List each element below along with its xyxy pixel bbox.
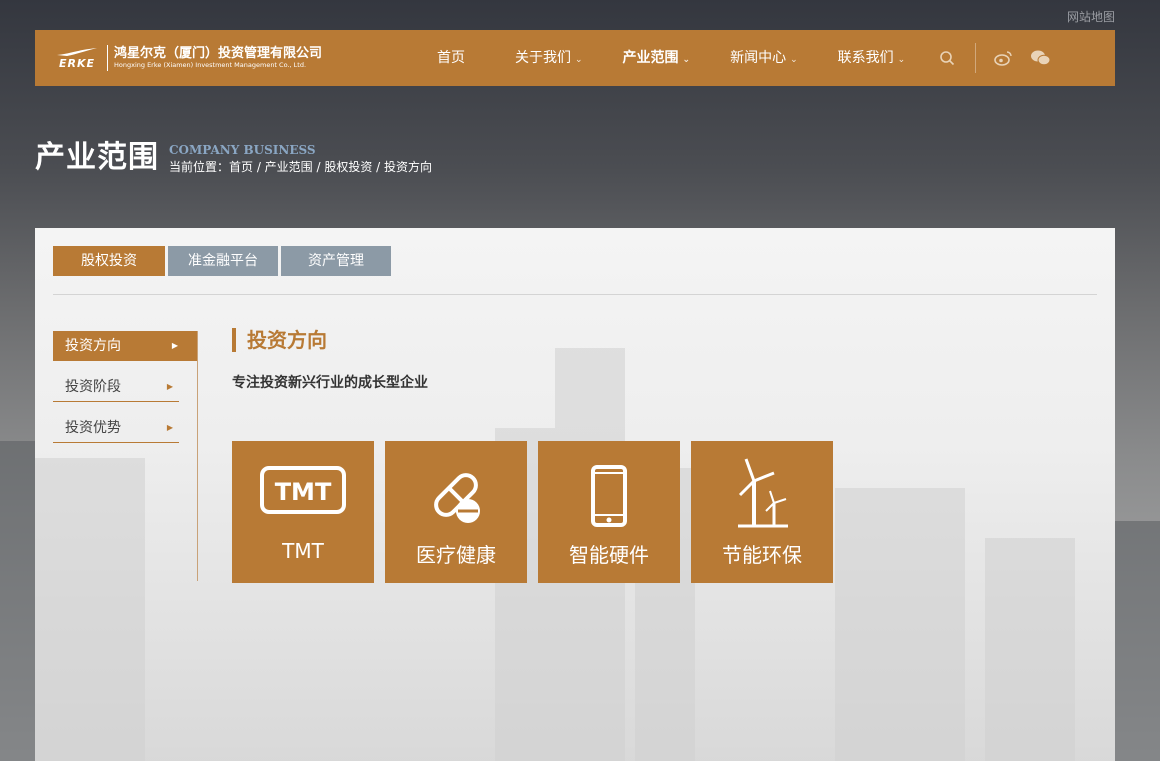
industry-cards: TMT TMT 医疗健康 智能硬件 节能环保: [232, 441, 844, 583]
pill-icon: [385, 465, 527, 529]
nav-label: 关于我们: [515, 50, 571, 66]
tab-bar: 股权投资 准金融平台 资产管理: [53, 246, 394, 276]
nav-label: 联系我们: [837, 50, 894, 66]
card-tmt[interactable]: TMT TMT: [232, 441, 374, 583]
erke-wordmark: ERKE: [58, 56, 96, 70]
card-healthcare[interactable]: 医疗健康: [385, 441, 527, 583]
sidebar: 投资方向 ▶ 投资阶段 ▶ 投资优势 ▶: [53, 331, 198, 454]
nav-label: 首页: [437, 50, 465, 66]
chevron-down-icon: ⌄: [897, 55, 906, 65]
nav-item-business[interactable]: 产业范围 ⌄: [607, 30, 715, 86]
caret-right-icon: ▶: [166, 423, 173, 432]
company-name-en: Hongxing Erke (Xiamen) Investment Manage…: [114, 61, 307, 69]
header-bar: ERKE 鸿星尔克（厦门）投资管理有限公司 Hongxing Erke (Xia…: [35, 30, 1115, 86]
caret-right-icon: ▶: [171, 341, 178, 350]
erke-logo-mark: ERKE: [55, 47, 99, 70]
logo[interactable]: ERKE 鸿星尔克（厦门）投资管理有限公司 Hongxing Erke (Xia…: [35, 45, 425, 71]
nav-item-about[interactable]: 关于我们 ⌄: [499, 30, 607, 86]
card-smart-hardware[interactable]: 智能硬件: [538, 441, 680, 583]
divider: [53, 294, 1097, 295]
page-subtitle: COMPANY BUSINESS: [169, 143, 316, 157]
content-panel: 股权投资 准金融平台 资产管理 投资方向 ▶ 投资阶段 ▶ 投资优势 ▶ 投资方向 专…: [35, 228, 1115, 761]
nav-item-news[interactable]: 新闻中心 ⌄: [714, 30, 822, 86]
section-title: 投资方向: [232, 328, 428, 352]
tmt-icon: TMT: [232, 465, 374, 529]
sidebar-divider: [197, 331, 198, 581]
sitemap-link[interactable]: 网站地图: [1067, 8, 1115, 25]
main-content: 投资方向 专注投资新兴行业的成长型企业 TMT TMT 医疗健康 智能硬件 节能…: [232, 328, 833, 583]
tab-asset-management[interactable]: 资产管理: [281, 246, 391, 276]
chevron-down-icon: ⌄: [790, 55, 798, 65]
wing-icon: [57, 47, 97, 56]
card-label: 智能硬件: [569, 543, 649, 567]
page-header: 产业范围 COMPANY BUSINESS 当前位置：首页 / 产业范围 / 股…: [35, 138, 432, 178]
svg-text:TMT: TMT: [275, 478, 332, 506]
smartphone-icon: [538, 465, 680, 529]
chevron-down-icon: ⌄: [575, 55, 583, 65]
company-name-cn: 鸿星尔克（厦门）投资管理有限公司: [114, 46, 323, 61]
sidebar-item-direction[interactable]: 投资方向 ▶: [53, 331, 198, 361]
sidebar-item-label: 投资优势: [65, 420, 121, 436]
breadcrumb: 当前位置：首页 / 产业范围 / 股权投资 / 投资方向: [169, 160, 433, 174]
search-icon[interactable]: [919, 30, 975, 86]
caret-right-icon: ▶: [166, 382, 173, 391]
chevron-down-icon: ⌄: [682, 55, 691, 65]
section-description: 专注投资新兴行业的成长型企业: [232, 375, 428, 391]
tab-equity-investment[interactable]: 股权投资: [53, 246, 165, 276]
card-label: TMT: [282, 539, 324, 563]
wechat-icon[interactable]: [1022, 30, 1060, 86]
wind-turbine-icon: [691, 457, 833, 528]
card-label: 节能环保: [722, 543, 802, 567]
weibo-icon[interactable]: [984, 30, 1022, 86]
nav-label: 产业范围: [622, 50, 679, 66]
nav-label: 新闻中心: [730, 50, 787, 66]
nav-item-home[interactable]: 首页: [425, 30, 499, 86]
nav-divider: [975, 43, 977, 73]
logo-divider: [107, 45, 108, 71]
sidebar-item-advantage[interactable]: 投资优势 ▶: [53, 413, 179, 443]
tab-quasi-finance[interactable]: 准金融平台: [168, 246, 278, 276]
sidebar-item-label: 投资方向: [65, 338, 121, 354]
sidebar-item-stage[interactable]: 投资阶段 ▶: [53, 372, 179, 402]
sidebar-item-label: 投资阶段: [65, 379, 121, 395]
card-energy-saving[interactable]: 节能环保: [691, 441, 833, 583]
page-title: 产业范围: [35, 140, 159, 175]
nav-item-contact[interactable]: 联系我们 ⌄: [822, 30, 920, 86]
card-label: 医疗健康: [416, 543, 496, 567]
main-nav: 首页 关于我们 ⌄ 产业范围 ⌄ 新闻中心 ⌄ 联系我们 ⌄: [425, 30, 1060, 86]
